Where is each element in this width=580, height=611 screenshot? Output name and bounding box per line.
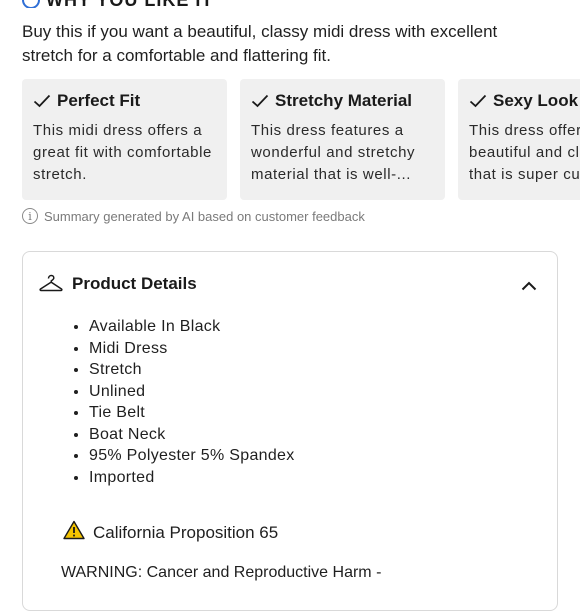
highlight-card-perfect-fit[interactable]: Perfect Fit This midi dress offers a gre… <box>22 79 227 200</box>
card-header: Perfect Fit <box>33 91 216 111</box>
prop65-notice: California Proposition 65 <box>63 520 278 545</box>
section-icon <box>22 0 40 8</box>
highlight-cards[interactable]: Perfect Fit This midi dress offers a gre… <box>22 79 580 200</box>
check-icon <box>469 94 487 108</box>
check-icon <box>33 94 51 108</box>
card-title: Perfect Fit <box>57 91 141 110</box>
section-title: WHY YOU LIKE IT <box>46 0 213 8</box>
list-item: Stretch <box>89 359 295 381</box>
list-item: Imported <box>89 467 295 489</box>
section-header: WHY YOU LIKE IT <box>22 0 213 8</box>
product-details-title: Product Details <box>72 274 197 293</box>
card-title: Sexy Look <box>493 91 579 110</box>
list-item: Boat Neck <box>89 424 295 446</box>
highlight-card-sexy-look[interactable]: Sexy Look This dress offers a beautiful … <box>458 79 580 200</box>
chevron-up-icon[interactable] <box>521 278 537 296</box>
product-details-toggle[interactable]: Product Details <box>23 252 557 316</box>
list-item: Available In Black <box>89 316 295 338</box>
card-text: This midi dress offers a great fit with … <box>33 122 213 183</box>
highlight-card-stretchy-material[interactable]: Stretchy Material This dress features a … <box>240 79 445 200</box>
prop65-label: California Proposition 65 <box>93 522 279 542</box>
list-item: 95% Polyester 5% Spandex <box>89 445 295 467</box>
warning-triangle-icon <box>63 520 85 545</box>
product-details-panel: Product Details Available In Black Midi … <box>22 251 558 611</box>
list-item: Tie Belt <box>89 402 295 424</box>
check-icon <box>251 94 269 108</box>
product-details-list: Available In Black Midi Dress Stretch Un… <box>69 316 295 488</box>
list-item: Midi Dress <box>89 338 295 360</box>
card-header: Sexy Look <box>469 91 580 111</box>
hanger-icon <box>39 274 63 297</box>
ai-disclaimer-text: Summary generated by AI based on custome… <box>44 208 365 224</box>
warning-text: WARNING: Cancer and Reproductive Harm - <box>61 564 382 581</box>
card-text: This dress offers a beautiful and classy… <box>469 122 580 183</box>
info-icon[interactable]: i <box>22 208 38 224</box>
ai-disclaimer: i Summary generated by AI based on custo… <box>22 208 365 224</box>
card-title: Stretchy Material <box>275 91 412 110</box>
review-summary: Buy this if you want a beautiful, classy… <box>22 22 498 65</box>
card-text: This dress features a wonderful and stre… <box>251 122 416 183</box>
list-item: Unlined <box>89 381 295 403</box>
card-header: Stretchy Material <box>251 91 434 111</box>
